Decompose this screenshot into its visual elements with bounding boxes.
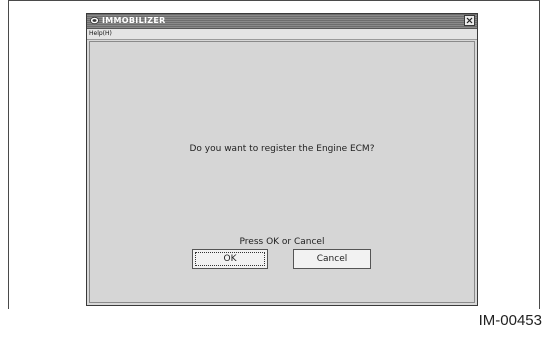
menu-item-help[interactable]: Help(H) [89,29,112,39]
cancel-button-label: Cancel [316,254,348,264]
ok-button[interactable]: OK [192,249,268,269]
figure-code: IM-00453 [478,312,542,329]
dialog-content: Do you want to register the Engine ECM? … [89,41,475,303]
window-title: IMMOBILIZER [102,16,166,25]
close-button[interactable] [464,15,475,26]
question-text: Do you want to register the Engine ECM? [189,144,375,154]
close-icon [466,17,473,24]
app-logo-icon [90,16,99,25]
focus-rectangle [195,252,265,266]
cancel-button[interactable]: Cancel [293,249,371,269]
instruction-text: Press OK or Cancel [239,237,325,247]
immobilizer-dialog: IMMOBILIZER Help(H) Do you want to regis… [86,13,478,306]
menu-bar: Help(H) [87,29,477,40]
title-bar[interactable]: IMMOBILIZER [87,14,477,29]
